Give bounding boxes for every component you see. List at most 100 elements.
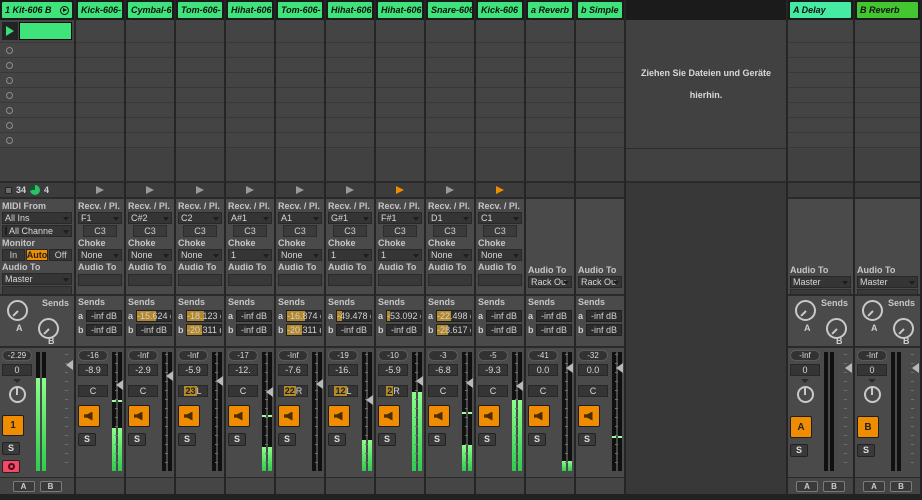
pan-display[interactable]: C: [528, 385, 558, 397]
note-value-box[interactable]: C3: [283, 225, 317, 237]
clip-slot[interactable]: [126, 43, 174, 58]
peak-level-display[interactable]: -Inf: [128, 350, 158, 361]
peak-level-display[interactable]: -19: [328, 350, 358, 361]
clip-launch-button[interactable]: [2, 22, 18, 40]
scene-play-arrow[interactable]: [296, 186, 304, 194]
midi-channel-dropdown[interactable]: All Channe: [2, 225, 72, 237]
clip-slot[interactable]: [226, 58, 274, 73]
clip-slot[interactable]: [855, 73, 920, 88]
solo-button[interactable]: S: [478, 433, 496, 446]
clip-slot[interactable]: [176, 133, 224, 148]
solo-button[interactable]: S: [528, 433, 546, 446]
volume-fader-handle[interactable]: [116, 380, 123, 390]
clip-slot[interactable]: [326, 118, 374, 133]
track-activator-button[interactable]: 1: [2, 415, 24, 437]
recv-note-dropdown[interactable]: G#1: [328, 212, 372, 224]
clip-slot[interactable]: [76, 103, 124, 118]
clip-slot[interactable]: [426, 103, 474, 118]
track-activator-button[interactable]: [378, 405, 400, 427]
audio-to-box[interactable]: [328, 274, 372, 286]
clip-slot[interactable]: [426, 20, 474, 43]
send-b-value[interactable]: -inf dB: [236, 324, 272, 336]
volume-fader-handle[interactable]: [266, 387, 273, 397]
audio-to-box[interactable]: [478, 274, 522, 286]
pan-display[interactable]: 23L: [178, 385, 208, 397]
send-a-knob[interactable]: [862, 300, 883, 321]
volume-fader-handle[interactable]: [366, 395, 373, 405]
clip-slot[interactable]: [788, 88, 853, 103]
audio-to-box[interactable]: [378, 274, 422, 286]
clip-slot[interactable]: [326, 103, 374, 118]
clip-slot[interactable]: [426, 58, 474, 73]
clip-slot[interactable]: [376, 58, 424, 73]
crossfade-b-button[interactable]: B: [823, 480, 845, 492]
audio-to-sub-box[interactable]: [2, 286, 72, 294]
track-title-3[interactable]: Hihat-606: [228, 2, 272, 18]
clip-slot[interactable]: [526, 58, 574, 73]
send-a-value[interactable]: -53.092 dB: [386, 310, 422, 322]
recv-note-dropdown[interactable]: A1: [278, 212, 322, 224]
recv-note-dropdown[interactable]: A#1: [228, 212, 272, 224]
clip-stop-slot[interactable]: [0, 73, 74, 88]
choke-dropdown[interactable]: None: [78, 249, 122, 261]
clip-slot[interactable]: [576, 58, 624, 73]
group-unfold-icon[interactable]: [60, 5, 69, 15]
crossfade-a-button[interactable]: A: [796, 480, 818, 492]
clip-slot[interactable]: [126, 118, 174, 133]
send-b-value[interactable]: -inf dB: [486, 324, 522, 336]
volume-display[interactable]: -5.9: [378, 364, 408, 376]
track-activator-button[interactable]: B: [857, 416, 879, 438]
volume-display[interactable]: -5.9: [178, 364, 208, 376]
send-a-value[interactable]: -inf dB: [236, 310, 272, 322]
device-drop-area[interactable]: Ziehen Sie Dateien und Geräte hierhin.: [626, 20, 786, 149]
crossfade-a-button[interactable]: A: [863, 480, 885, 492]
send-b-value[interactable]: -inf dB: [86, 324, 122, 336]
track-title-5[interactable]: Hihat-606: [328, 2, 372, 18]
volume-display[interactable]: 0: [790, 364, 820, 376]
clip-slot[interactable]: [226, 103, 274, 118]
send-b-value[interactable]: -28.617 dB: [436, 324, 472, 336]
pan-display[interactable]: C: [128, 385, 158, 397]
peak-level-display[interactable]: -17: [228, 350, 258, 361]
clip-slot[interactable]: [126, 58, 174, 73]
track-title-10[interactable]: b Simple: [578, 2, 622, 18]
clip-stop-slot[interactable]: [0, 103, 74, 118]
clip-slot[interactable]: [126, 88, 174, 103]
track-title-0[interactable]: Kick-606-: [78, 2, 122, 18]
choke-dropdown[interactable]: None: [478, 249, 522, 261]
audio-to-dropdown[interactable]: Master: [2, 273, 72, 285]
clip-slot[interactable]: [526, 103, 574, 118]
clip-slot[interactable]: [376, 73, 424, 88]
clip-slot[interactable]: [855, 118, 920, 133]
track-activator-button[interactable]: [478, 405, 500, 427]
clip-slot[interactable]: [276, 58, 324, 73]
pan-display[interactable]: 22R: [278, 385, 308, 397]
track-activator-button[interactable]: [278, 405, 300, 427]
note-value-box[interactable]: C3: [133, 225, 167, 237]
volume-fader-handle[interactable]: [416, 376, 423, 386]
solo-button[interactable]: S: [228, 433, 246, 446]
clip-stop-slot[interactable]: [0, 88, 74, 103]
clip-slot[interactable]: [326, 20, 374, 43]
track-activator-button[interactable]: [528, 405, 550, 427]
solo-button[interactable]: S: [328, 433, 346, 446]
clip-slot[interactable]: [126, 20, 174, 43]
send-a-value[interactable]: -inf dB: [86, 310, 122, 322]
clip-slot[interactable]: [376, 43, 424, 58]
clip-slot[interactable]: [76, 43, 124, 58]
track-title-return-0[interactable]: A Delay: [790, 2, 851, 18]
solo-button[interactable]: S: [278, 433, 296, 446]
scene-play-arrow[interactable]: [346, 186, 354, 194]
recv-note-dropdown[interactable]: F#1: [378, 212, 422, 224]
clip-slot[interactable]: [376, 103, 424, 118]
audio-to-dropdown[interactable]: Master: [790, 276, 851, 288]
clip-slot[interactable]: [126, 133, 174, 148]
track-title-7[interactable]: Snare-606: [428, 2, 472, 18]
clip-slot[interactable]: [376, 20, 424, 43]
clip-slot[interactable]: [226, 88, 274, 103]
scene-play-arrow[interactable]: [96, 186, 104, 194]
clip-slot[interactable]: [526, 133, 574, 148]
clip-slot[interactable]: [276, 88, 324, 103]
clip-slot[interactable]: [226, 118, 274, 133]
volume-display[interactable]: -12.: [228, 364, 258, 376]
